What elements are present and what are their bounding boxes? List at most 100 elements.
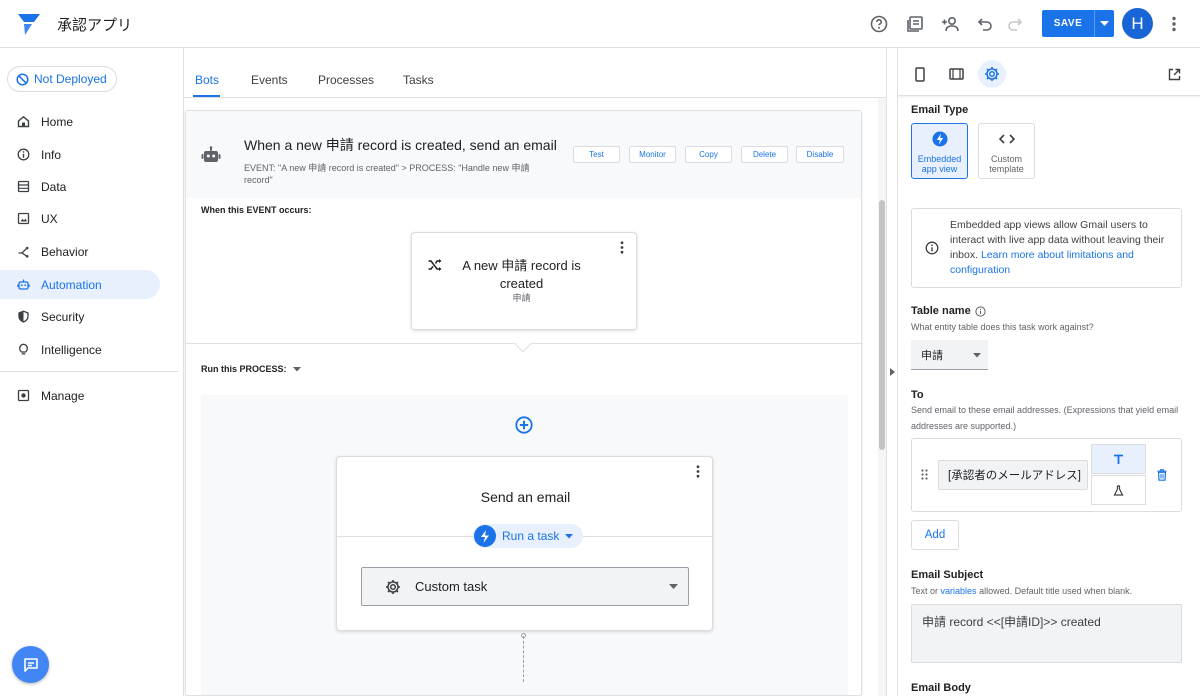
share-user-icon[interactable] <box>939 12 963 36</box>
expression-mode-button[interactable] <box>1091 475 1146 505</box>
event-title: A new 申請 record is created <box>462 258 581 291</box>
lightbulb-icon <box>16 343 30 357</box>
email-subject-label: Email Subject <box>911 569 984 581</box>
to-list: [承認者のメールアドレス] <box>911 438 1182 512</box>
tab-events[interactable]: Events <box>251 73 288 87</box>
deploy-status-chip[interactable]: Not Deployed <box>7 66 117 92</box>
redo-icon[interactable] <box>1003 12 1027 36</box>
appsheet-logo-icon[interactable] <box>16 12 42 36</box>
test-button[interactable]: Test <box>573 146 620 163</box>
step-more-vert-icon[interactable] <box>696 465 700 478</box>
text-mode-button[interactable] <box>1091 444 1146 474</box>
bolt-icon <box>474 525 496 547</box>
to-address-input[interactable]: [承認者のメールアドレス] <box>938 460 1088 490</box>
delete-button[interactable]: Delete <box>741 146 788 163</box>
open-external-icon[interactable] <box>1160 60 1188 88</box>
sidebar-item-label: Behavior <box>41 244 89 259</box>
sidebar-item-label: Intelligence <box>41 342 102 357</box>
shuffle-icon <box>428 259 442 271</box>
panel-splitter[interactable] <box>886 48 898 696</box>
step-type-selector[interactable]: Run a task <box>473 524 584 548</box>
mobile-preview-icon[interactable] <box>906 60 934 88</box>
top-bar: 承認アプリ SAVE H <box>0 0 1200 48</box>
bolt-icon <box>912 124 967 154</box>
copy-button[interactable]: Copy <box>685 146 732 163</box>
event-card[interactable]: A new 申請 record is created 申請 <box>411 232 637 330</box>
subject-hint-post: allowed. Default title used when blank. <box>979 586 1133 596</box>
tab-bots[interactable]: Bots <box>195 73 219 87</box>
process-section-label[interactable]: Run this PROCESS: <box>201 364 301 374</box>
chevron-down-icon <box>1100 20 1109 26</box>
task-settings-panel: Email Type Embedded app view Custom temp… <box>898 48 1200 696</box>
sidebar-item-manage[interactable]: Manage <box>0 381 160 410</box>
sidebar-item-automation[interactable]: Automation <box>0 270 160 299</box>
subject-hint-pre: Text or <box>911 586 939 596</box>
add-step-icon[interactable] <box>515 416 533 434</box>
active-tab-indicator <box>193 95 220 97</box>
step-card[interactable]: Send an email Run a task Custom task <box>336 456 714 631</box>
more-vert-icon[interactable] <box>1162 12 1186 36</box>
learn-more-link[interactable]: Learn more about limitations and configu… <box>950 249 1134 276</box>
monitor-button[interactable]: Monitor <box>629 146 676 163</box>
table-name-value: 申請 <box>921 349 943 362</box>
connector-line <box>523 636 524 682</box>
canvas-scrollbar-thumb[interactable] <box>879 200 885 450</box>
task-select-value: Custom task <box>415 579 488 594</box>
add-recipient-button[interactable]: Add <box>911 520 959 550</box>
preview-icon[interactable] <box>903 12 927 36</box>
help-info-icon[interactable] <box>975 305 986 317</box>
save-group: SAVE <box>1042 10 1114 37</box>
to-hint: Send email to these email addresses. (Ex… <box>911 405 1179 431</box>
undo-icon[interactable] <box>973 12 997 36</box>
help-icon[interactable] <box>867 12 891 36</box>
sidebar-item-label: Home <box>41 114 74 129</box>
code-icon <box>979 124 1034 154</box>
sidebar-item-label: Data <box>41 179 67 194</box>
shield-icon <box>16 310 30 324</box>
info-icon <box>925 241 939 255</box>
expand-arrow-icon[interactable] <box>890 368 895 376</box>
deploy-status-label: Not Deployed <box>34 72 107 86</box>
email-type-embedded[interactable]: Embedded app view <box>911 123 968 179</box>
ux-icon <box>16 212 30 226</box>
save-dropdown-button[interactable] <box>1094 10 1114 37</box>
sidebar-item-behavior[interactable]: Behavior <box>0 237 160 266</box>
task-select[interactable]: Custom task <box>361 567 689 606</box>
tab-bar: Bots Events Processes Tasks <box>184 48 886 98</box>
chat-fab-button[interactable] <box>12 646 49 683</box>
sidebar-item-home[interactable]: Home <box>0 107 160 136</box>
bot-title[interactable]: When a new 申請 record is created, send an… <box>244 135 557 155</box>
table-name-label-row: Table name <box>911 305 986 317</box>
settings-gear-icon[interactable] <box>978 60 1006 88</box>
tab-tasks[interactable]: Tasks <box>403 73 434 87</box>
table-name-select[interactable]: 申請 <box>911 340 988 370</box>
email-subject-input[interactable]: 申請 record <<[申請ID]>> created <box>911 604 1182 663</box>
chat-icon <box>23 657 38 672</box>
email-type-custom-template[interactable]: Custom template <box>978 123 1035 179</box>
event-more-vert-icon[interactable] <box>620 241 624 254</box>
save-button[interactable]: SAVE <box>1042 10 1094 37</box>
delete-icon[interactable] <box>1157 469 1167 481</box>
tablet-preview-icon[interactable] <box>942 60 970 88</box>
chevron-down-icon <box>292 366 301 371</box>
sidebar-item-security[interactable]: Security <box>0 302 160 331</box>
step-title: Send an email <box>480 489 571 505</box>
sidebar-item-intelligence[interactable]: Intelligence <box>0 335 160 364</box>
drag-handle-icon[interactable] <box>921 469 928 480</box>
email-type-label: Email Type <box>911 104 969 116</box>
not-deployed-icon <box>16 72 29 86</box>
disable-button[interactable]: Disable <box>796 146 844 163</box>
app-title: 承認アプリ <box>57 17 133 34</box>
avatar[interactable]: H <box>1122 8 1153 39</box>
nav-divider <box>0 371 178 372</box>
chevron-down-icon <box>565 533 574 538</box>
tab-processes[interactable]: Processes <box>318 73 374 87</box>
email-subject-hint: Text or variables allowed. Default title… <box>911 583 1132 599</box>
sidebar-item-data[interactable]: Data <box>0 172 160 201</box>
sidebar-item-ux[interactable]: UX <box>0 204 160 233</box>
info-notice: Embedded app views allow Gmail users to … <box>911 208 1182 288</box>
sidebar-item-info[interactable]: Info <box>0 140 160 169</box>
bot-header: When a new 申請 record is created, send an… <box>186 111 861 198</box>
variables-link[interactable]: variables <box>941 586 977 596</box>
sidebar-item-label: Automation <box>41 277 102 292</box>
